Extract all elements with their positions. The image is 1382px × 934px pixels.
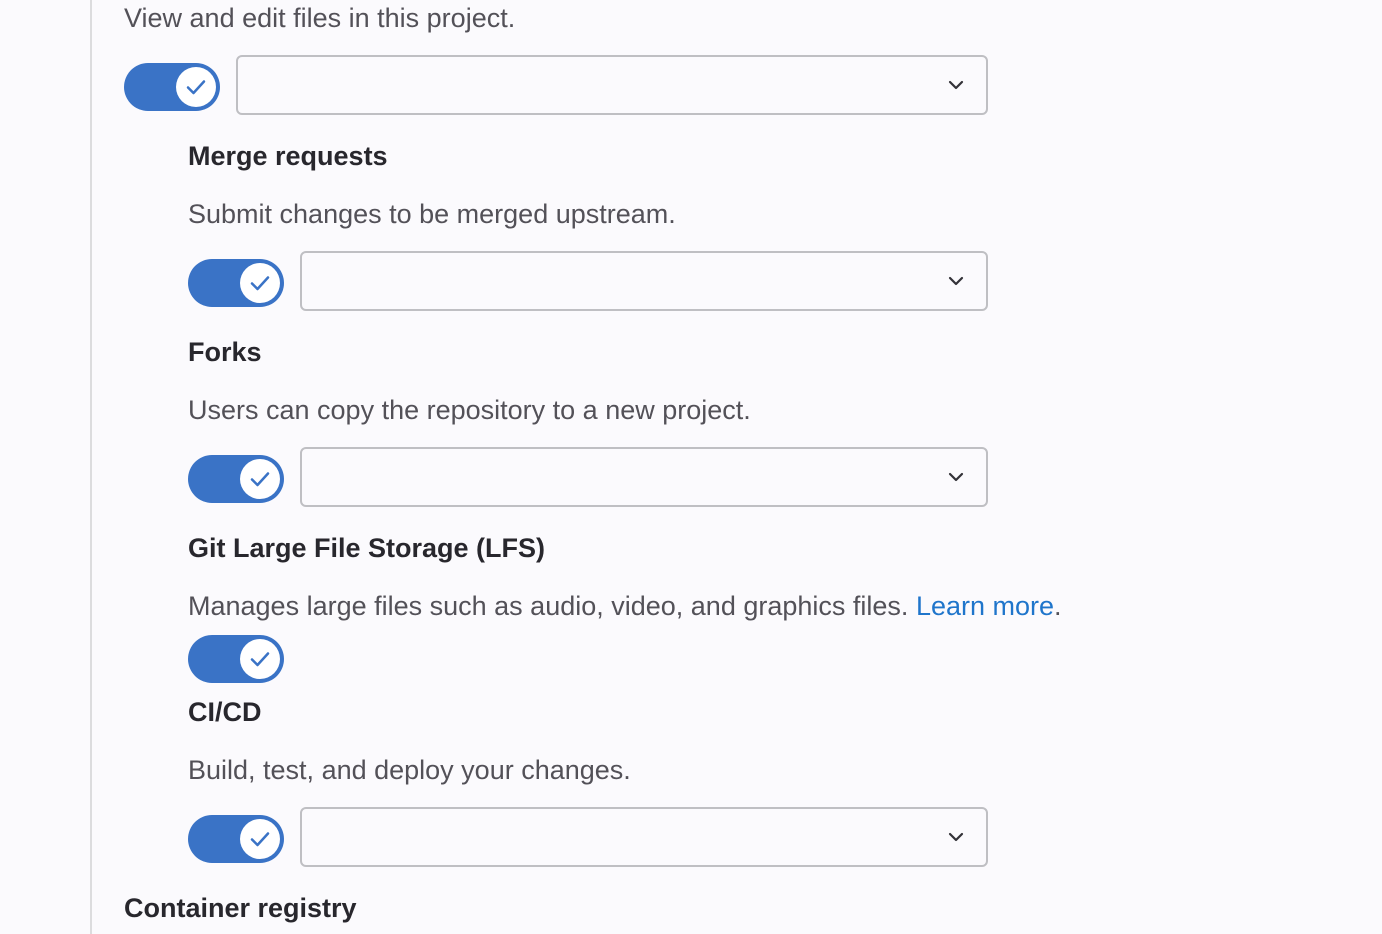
toggle-knob bbox=[240, 263, 280, 303]
lfs-description-line: Manages large files such as audio, video… bbox=[188, 589, 1062, 623]
merge-requests-title: Merge requests bbox=[188, 141, 388, 171]
cicd-access-select[interactable] bbox=[300, 807, 988, 867]
merge-requests-description: Submit changes to be merged upstream. bbox=[188, 199, 676, 229]
forks-toggle[interactable] bbox=[188, 455, 284, 503]
lfs-learn-more-link[interactable]: Learn more bbox=[916, 591, 1054, 621]
container-registry-title: Container registry bbox=[124, 893, 357, 923]
forks-title: Forks bbox=[188, 337, 262, 367]
lfs-toggle[interactable] bbox=[188, 635, 284, 683]
project-permissions-panel: View and edit files in this project. Mer… bbox=[0, 0, 1382, 934]
repository-toggle[interactable] bbox=[124, 63, 220, 111]
section-divider bbox=[90, 0, 92, 934]
check-icon bbox=[186, 80, 206, 95]
toggle-knob bbox=[240, 819, 280, 859]
check-icon bbox=[250, 832, 270, 847]
lfs-title: Git Large File Storage (LFS) bbox=[188, 533, 546, 563]
check-icon bbox=[250, 652, 270, 667]
check-icon bbox=[250, 276, 270, 291]
forks-access-select[interactable] bbox=[300, 447, 988, 507]
lfs-trailing-period: . bbox=[1054, 591, 1062, 621]
chevron-down-icon bbox=[948, 80, 964, 90]
lfs-description: Manages large files such as audio, video… bbox=[188, 591, 909, 621]
chevron-down-icon bbox=[948, 832, 964, 842]
chevron-down-icon bbox=[948, 472, 964, 482]
cicd-toggle[interactable] bbox=[188, 815, 284, 863]
merge-requests-access-select[interactable] bbox=[300, 251, 988, 311]
check-icon bbox=[250, 472, 270, 487]
forks-description: Users can copy the repository to a new p… bbox=[188, 395, 751, 425]
cicd-description: Build, test, and deploy your changes. bbox=[188, 755, 631, 785]
cicd-title: CI/CD bbox=[188, 697, 262, 727]
repository-description: View and edit files in this project. bbox=[124, 3, 516, 33]
repository-access-select[interactable] bbox=[236, 55, 988, 115]
toggle-knob bbox=[176, 67, 216, 107]
chevron-down-icon bbox=[948, 276, 964, 286]
toggle-knob bbox=[240, 459, 280, 499]
toggle-knob bbox=[240, 639, 280, 679]
merge-requests-toggle[interactable] bbox=[188, 259, 284, 307]
